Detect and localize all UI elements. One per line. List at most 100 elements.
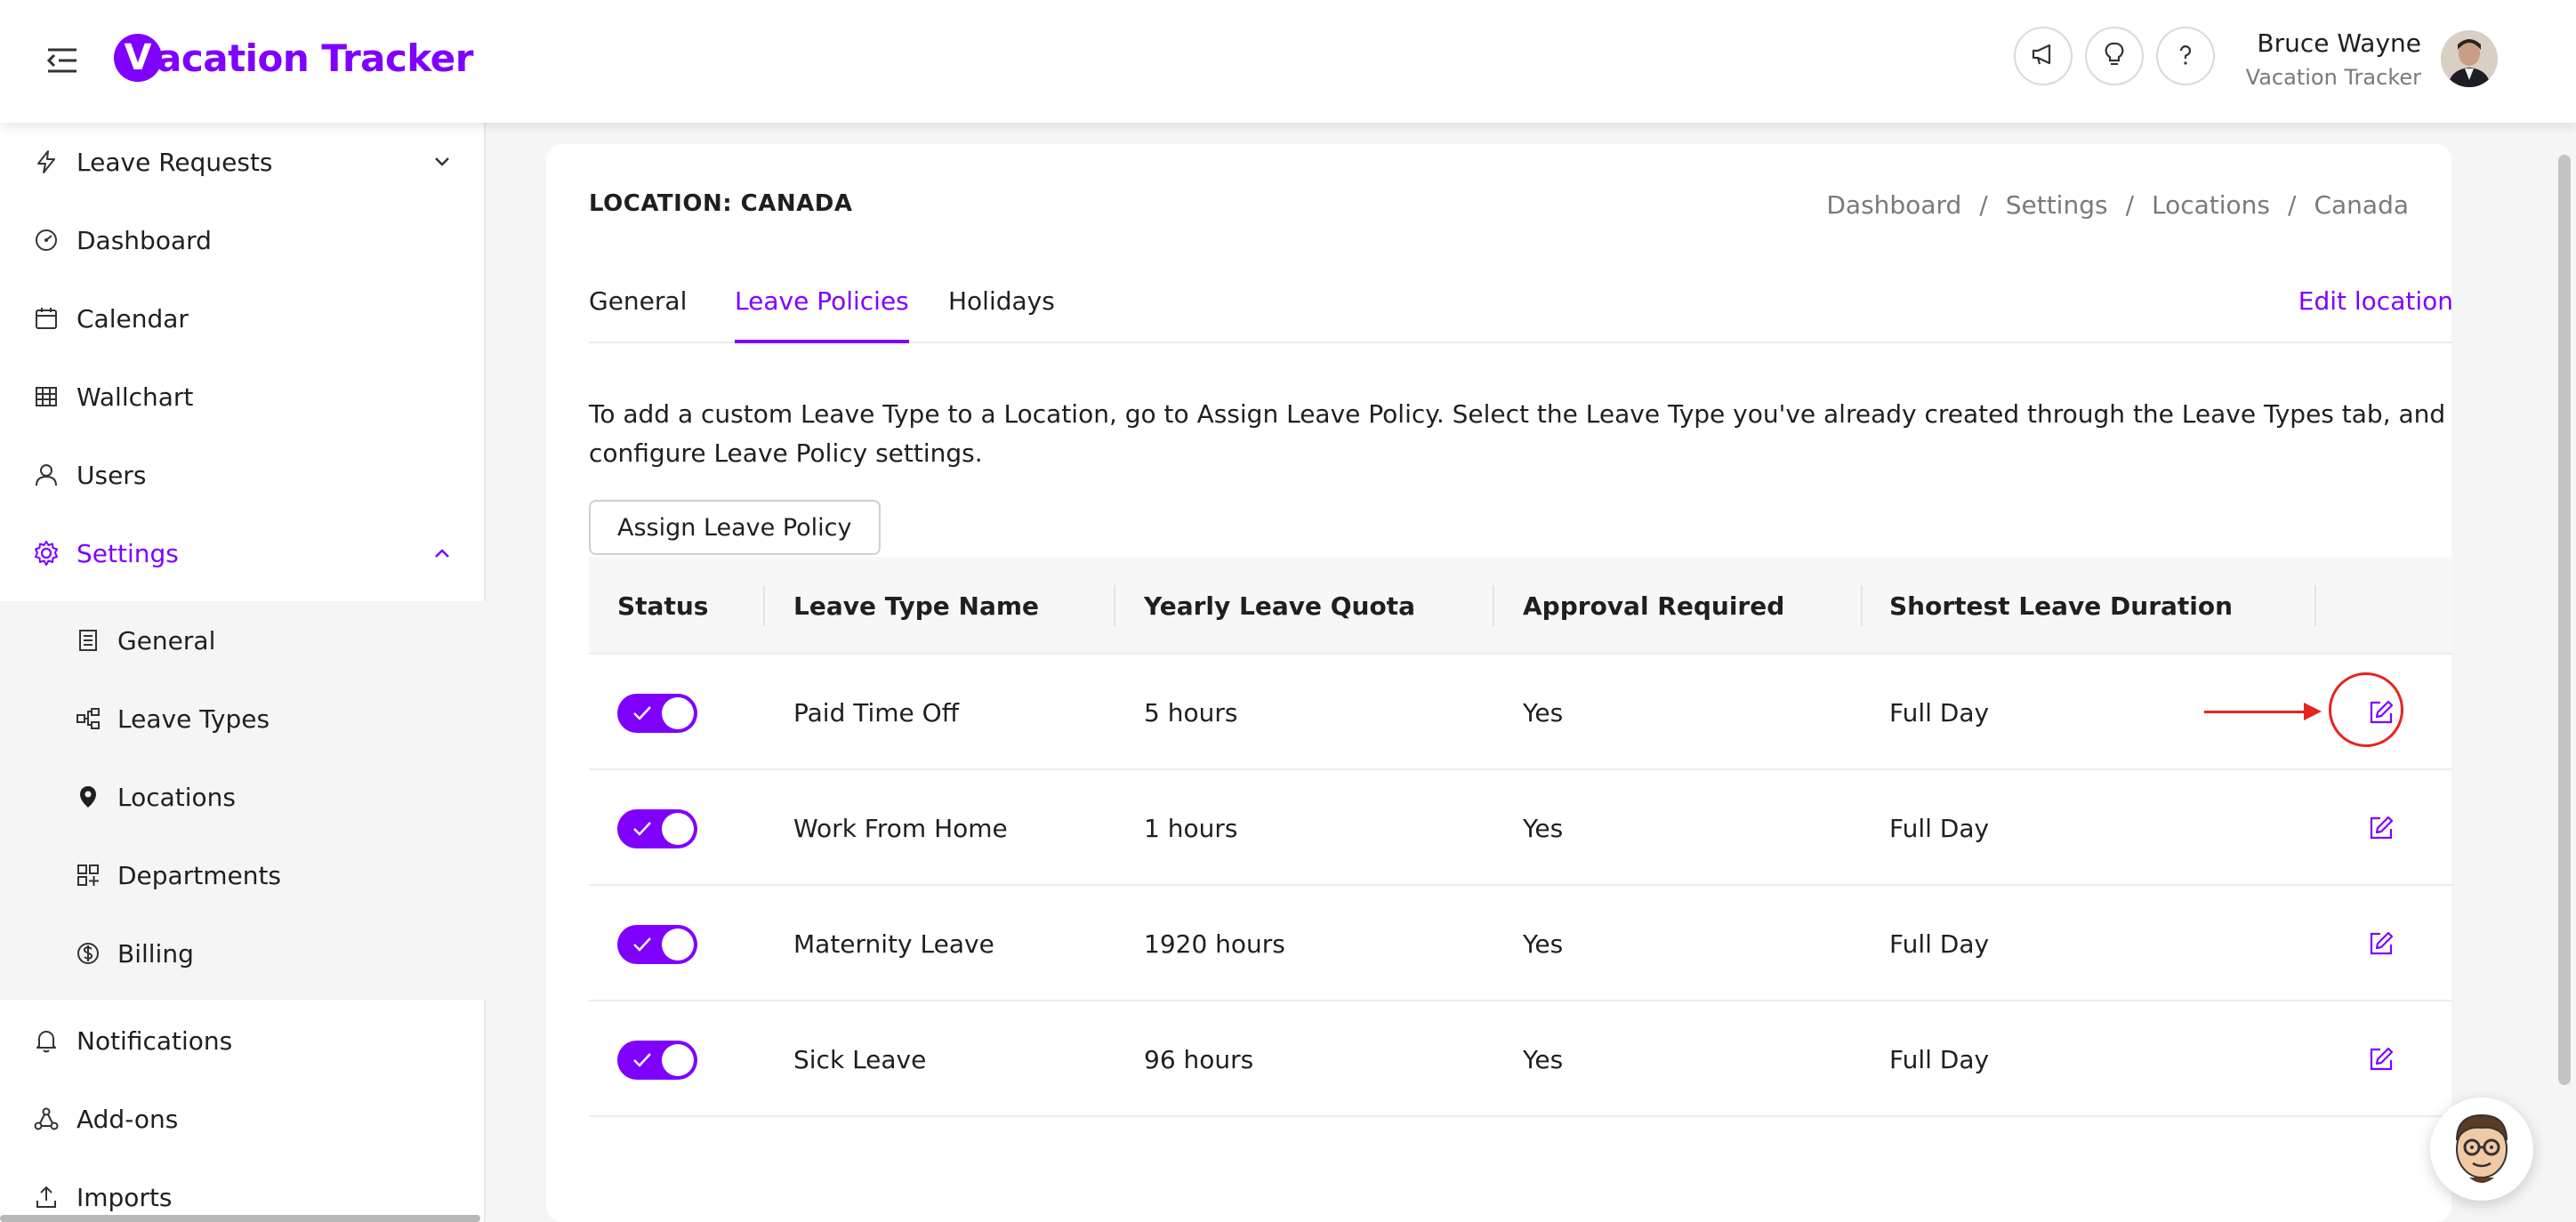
table-header: Status Leave Type Name Yearly Leave Quot… [589,557,2453,655]
calendar-icon [32,304,60,333]
sidebar-item-calendar[interactable]: Calendar [0,279,486,358]
checkmark-icon [632,818,653,843]
user-info[interactable]: Bruce Wayne Vacation Tracker [2246,28,2421,90]
sidebar-item-leave-requests[interactable]: Leave Requests [0,123,486,201]
sidebar-item-dashboard[interactable]: Dashboard [0,201,486,279]
tab-holidays[interactable]: Holidays [948,286,1055,343]
sidebar-item-users[interactable]: Users [0,436,486,514]
edit-icon[interactable] [2368,699,2395,726]
shortest-duration: Full Day [1889,929,1990,959]
status-toggle[interactable] [617,1041,697,1080]
edit-location-link[interactable]: Edit location [2298,286,2453,316]
sidebar-item-label: Notifications [76,1025,233,1056]
column-header-status: Status [617,591,709,621]
column-divider [1861,585,1863,626]
tips-button[interactable] [2085,27,2144,85]
addons-icon [32,1105,60,1133]
sidebar-item-label: Dashboard [76,225,212,255]
toggle-knob [662,1044,694,1076]
approval-required: Yes [1523,813,1564,843]
leave-type-name: Sick Leave [793,1044,927,1074]
approval-required: Yes [1523,697,1564,728]
sidebar-subitem-locations[interactable]: Locations [0,758,486,836]
hierarchy-icon [75,705,101,732]
column-header-leave-type-name: Leave Type Name [793,591,1040,621]
leave-type-name: Maternity Leave [793,929,994,959]
support-chat-button[interactable] [2430,1097,2533,1201]
toggle-knob [662,813,694,845]
sidebar-item-settings[interactable]: Settings [0,514,486,592]
sidebar-subitem-departments[interactable]: Departments [0,836,486,914]
sidebar-subitem-billing[interactable]: Billing [0,914,486,993]
top-header: V acation Tracker Bruce Wayne Vacation T… [0,0,2576,123]
sidebar-item-wallchart[interactable]: Wallchart [0,358,486,436]
sidebar: Leave Requests Dashboard Calendar Wallch… [0,123,486,1222]
leave-type-name: Paid Time Off [793,697,959,728]
sidebar-item-label: Users [76,460,147,490]
status-toggle[interactable] [617,809,697,848]
chevron-down-icon [431,150,454,173]
edit-icon[interactable] [2368,1046,2395,1073]
menu-collapse-icon[interactable] [44,43,80,78]
leave-policies-table: Status Leave Type Name Yearly Leave Quot… [589,557,2453,1117]
table-row: Maternity Leave 1920 hours Yes Full Day [589,886,2453,1001]
gauge-icon [32,226,60,254]
document-icon [75,627,101,654]
user-company: Vacation Tracker [2245,65,2421,90]
toggle-knob [662,697,694,729]
column-divider [2314,585,2316,626]
checkmark-icon [632,1049,653,1074]
avatar[interactable] [2441,30,2498,87]
help-icon [2172,41,2199,71]
table-row: Paid Time Off 5 hours Yes Full Day [589,655,2453,770]
status-toggle[interactable] [617,694,697,733]
breadcrumb-settings[interactable]: Settings [2006,190,2108,220]
sidebar-item-label: Locations [117,782,237,812]
help-text: To add a custom Leave Type to a Location… [589,399,2446,468]
sidebar-subitem-leave-types[interactable]: Leave Types [0,679,486,758]
sidebar-item-label: Leave Types [117,703,270,734]
sidebar-item-label: Imports [76,1182,173,1212]
yearly-quota: 1 hours [1144,813,1238,843]
grid-icon [32,382,60,411]
sidebar-item-label: Wallchart [76,382,194,412]
lightning-icon [32,148,60,176]
sidebar-item-label: Leave Requests [76,147,273,177]
departments-icon [75,862,101,888]
sidebar-item-imports[interactable]: Imports [0,1158,486,1222]
support-avatar-icon [2437,1103,2526,1195]
shortest-duration: Full Day [1889,697,1990,728]
edit-icon[interactable] [2368,815,2395,841]
breadcrumb-locations[interactable]: Locations [2152,190,2270,220]
sidebar-item-notifications[interactable]: Notifications [0,1001,486,1080]
edit-icon[interactable] [2368,930,2395,957]
user-icon [32,461,60,489]
sidebar-horizontal-scrollbar[interactable] [0,1215,480,1222]
status-toggle[interactable] [617,925,697,964]
table-row: Sick Leave 96 hours Yes Full Day [589,1001,2453,1117]
breadcrumb-separator: / [1979,190,1988,220]
logo-text: acation Tracker [157,36,473,80]
yearly-quota: 1920 hours [1144,929,1285,959]
megaphone-icon [2030,41,2057,71]
help-button[interactable] [2156,27,2215,85]
column-divider [763,585,765,626]
lightbulb-icon [2101,41,2128,71]
sidebar-item-label: Add-ons [76,1104,179,1134]
column-header-yearly-quota: Yearly Leave Quota [1144,591,1415,621]
checkmark-icon [632,934,653,959]
breadcrumb-separator: / [2125,190,2134,220]
sidebar-item-add-ons[interactable]: Add-ons [0,1080,486,1158]
breadcrumb-dashboard[interactable]: Dashboard [1826,190,1961,220]
sidebar-item-label: Departments [117,860,282,890]
page-vertical-scrollbar[interactable] [2558,155,2571,1085]
toggle-knob [662,929,694,961]
sidebar-subitem-general[interactable]: General [0,601,486,679]
assign-leave-policy-button[interactable]: Assign Leave Policy [589,500,881,555]
announcements-button[interactable] [2014,27,2073,85]
column-header-shortest-duration: Shortest Leave Duration [1889,591,2234,621]
app-logo[interactable]: V acation Tracker [114,27,473,89]
tab-leave-policies[interactable]: Leave Policies [735,286,909,343]
column-header-approval-required: Approval Required [1523,591,1785,621]
tab-general[interactable]: General [589,286,687,343]
